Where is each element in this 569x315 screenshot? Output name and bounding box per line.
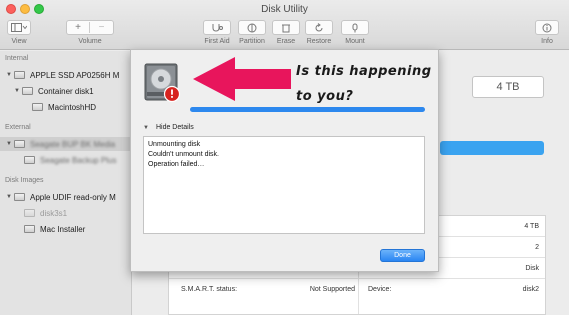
stethoscope-icon: [211, 23, 223, 33]
device-value: disk2: [522, 286, 539, 293]
mount-icon: [350, 23, 360, 33]
window-title: Disk Utility: [261, 4, 308, 15]
hard-disk-warning-icon: [142, 60, 182, 104]
disclosure-triangle-icon[interactable]: ▼: [4, 72, 14, 78]
device-label: Device:: [368, 286, 392, 293]
volume-icon: [24, 225, 35, 233]
sidebar-item-label: Container disk1: [38, 86, 94, 96]
sidebar-item-container-disk1[interactable]: ▼ Container disk1: [0, 84, 132, 98]
restore-button[interactable]: [305, 20, 333, 35]
add-volume-icon: +: [67, 22, 91, 33]
sidebar-item-label: Mac Installer: [40, 224, 86, 234]
sidebar-item-mac-installer[interactable]: Mac Installer: [0, 222, 132, 236]
mount-label: Mount: [345, 38, 365, 45]
container-icon: [22, 87, 33, 95]
disclosure-triangle-icon[interactable]: ▼: [12, 88, 22, 94]
divider: [169, 278, 545, 279]
sidebar-item-label: Apple UDIF read-only M: [30, 192, 116, 202]
sidebar-section-internal: Internal: [5, 55, 29, 62]
disclosure-triangle-icon[interactable]: ▼: [4, 141, 14, 147]
volume-icon: [24, 209, 35, 217]
first-aid-label: First Aid: [204, 38, 230, 45]
log-line: Unmounting disk: [148, 141, 201, 148]
partition-pie-icon: [247, 23, 257, 33]
first-aid-button[interactable]: [203, 20, 231, 35]
volume-icon: [32, 103, 43, 111]
smart-status-value: Not Supported: [309, 286, 355, 293]
usage-bar: [440, 141, 544, 155]
sidebar-item-apple-udif[interactable]: ▼ Apple UDIF read-only M: [0, 190, 132, 204]
remove-volume-icon: −: [98, 22, 105, 33]
volume-icon: [24, 156, 35, 164]
sidebar-section-disk-images: Disk Images: [5, 177, 44, 184]
progress-bar: [190, 107, 425, 112]
disclosure-triangle-icon[interactable]: ▼: [4, 194, 14, 200]
restore-label: Restore: [306, 38, 332, 45]
sidebar-item-label: MacintoshHD: [48, 102, 97, 112]
sidebar: Internal ▼ APPLE SSD AP0256H M ▼ Contain…: [0, 51, 132, 315]
view-button[interactable]: [7, 20, 31, 35]
log-line: Couldn't unmount disk.: [148, 151, 219, 158]
annotation-line-2: to you?: [296, 89, 354, 104]
disclosure-triangle-icon[interactable]: ▼: [143, 125, 149, 131]
smart-status-label: S.M.A.R.T. status:: [181, 286, 238, 293]
pink-arrow-icon: [193, 57, 291, 101]
volume-button[interactable]: + −: [66, 20, 114, 35]
disk-image-icon: [14, 193, 25, 201]
sidebar-section-external: External: [5, 124, 31, 131]
sidebar-item-seagate-backup[interactable]: Seagate Backup Plus: [0, 153, 132, 167]
sidebar-view-icon: [11, 23, 27, 32]
sidebar-item-apple-ssd[interactable]: ▼ APPLE SSD AP0256H M: [0, 68, 132, 82]
sidebar-item-label: disk3s1: [40, 208, 68, 218]
erase-label: Erase: [276, 38, 296, 45]
progress-fill: [190, 107, 425, 112]
view-label: View: [11, 38, 27, 45]
log-line: Operation failed…: [148, 161, 205, 168]
hide-details-toggle[interactable]: ▼ Hide Details: [143, 124, 194, 131]
sidebar-item-disk3s1[interactable]: disk3s1: [0, 206, 132, 220]
volume-label: Volume: [78, 38, 102, 45]
toolbar: Disk Utility View + − Volume First Aid P…: [0, 0, 569, 50]
annotation-line-1: Is this happening: [296, 64, 432, 79]
mount-button[interactable]: [341, 20, 369, 35]
info-value: 4 TB: [524, 223, 539, 230]
capacity-badge: 4 TB: [472, 76, 544, 98]
partition-label: Partition: [239, 38, 265, 45]
hard-disk-icon: [14, 71, 25, 79]
sidebar-item-macintoshhd[interactable]: MacintoshHD: [0, 100, 132, 114]
erase-button[interactable]: [272, 20, 300, 35]
erase-icon: [281, 23, 291, 33]
info-value: 2: [535, 244, 539, 251]
done-button[interactable]: Done: [380, 249, 425, 262]
info-value: Disk: [525, 265, 539, 272]
hide-details-label: Hide Details: [155, 124, 194, 131]
sidebar-item-label: APPLE SSD AP0256H M: [30, 70, 120, 80]
partition-button[interactable]: [238, 20, 266, 35]
restore-arrow-icon: [314, 22, 324, 33]
info-icon: [542, 23, 552, 33]
sidebar-item-label: Seagate BUP BK Media: [30, 139, 116, 149]
sidebar-item-seagate-media[interactable]: ▼ Seagate BUP BK Media: [0, 137, 132, 151]
log-output: Unmounting disk Couldn't unmount disk. O…: [143, 136, 425, 234]
info-button[interactable]: [535, 20, 559, 35]
info-label: Info: [541, 38, 553, 45]
sidebar-item-label: Seagate Backup Plus: [40, 155, 117, 165]
external-disk-icon: [14, 140, 25, 148]
